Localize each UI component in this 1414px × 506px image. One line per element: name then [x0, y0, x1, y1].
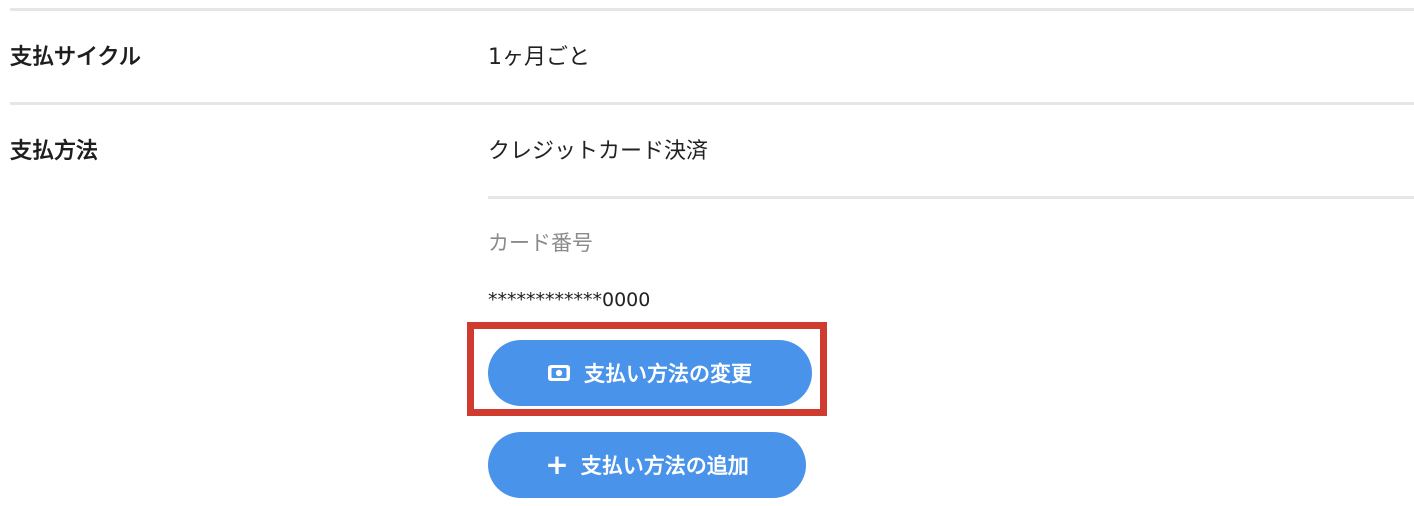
card-icon: [548, 365, 570, 381]
card-number-label: カード番号: [488, 231, 593, 255]
add-payment-method-label: 支払い方法の追加: [580, 454, 749, 478]
cycle-divider: [10, 102, 1414, 105]
add-payment-method-button[interactable]: + 支払い方法の追加: [488, 432, 806, 498]
card-number-value: ************0000: [488, 289, 651, 311]
payment-method-value: クレジットカード決済: [488, 139, 709, 164]
payment-cycle-value: 1ヶ月ごと: [488, 45, 590, 70]
change-payment-method-label: 支払い方法の変更: [584, 362, 752, 386]
plus-icon: +: [545, 448, 569, 481]
method-divider: [488, 196, 1414, 199]
payment-cycle-label: 支払サイクル: [10, 45, 141, 70]
payment-method-label: 支払方法: [10, 139, 99, 164]
payment-settings-page: 支払サイクル 1ヶ月ごと 支払方法 クレジットカード決済 カード番号 *****…: [0, 0, 1414, 506]
change-payment-method-button[interactable]: 支払い方法の変更: [488, 340, 812, 406]
top-divider: [10, 8, 1414, 11]
